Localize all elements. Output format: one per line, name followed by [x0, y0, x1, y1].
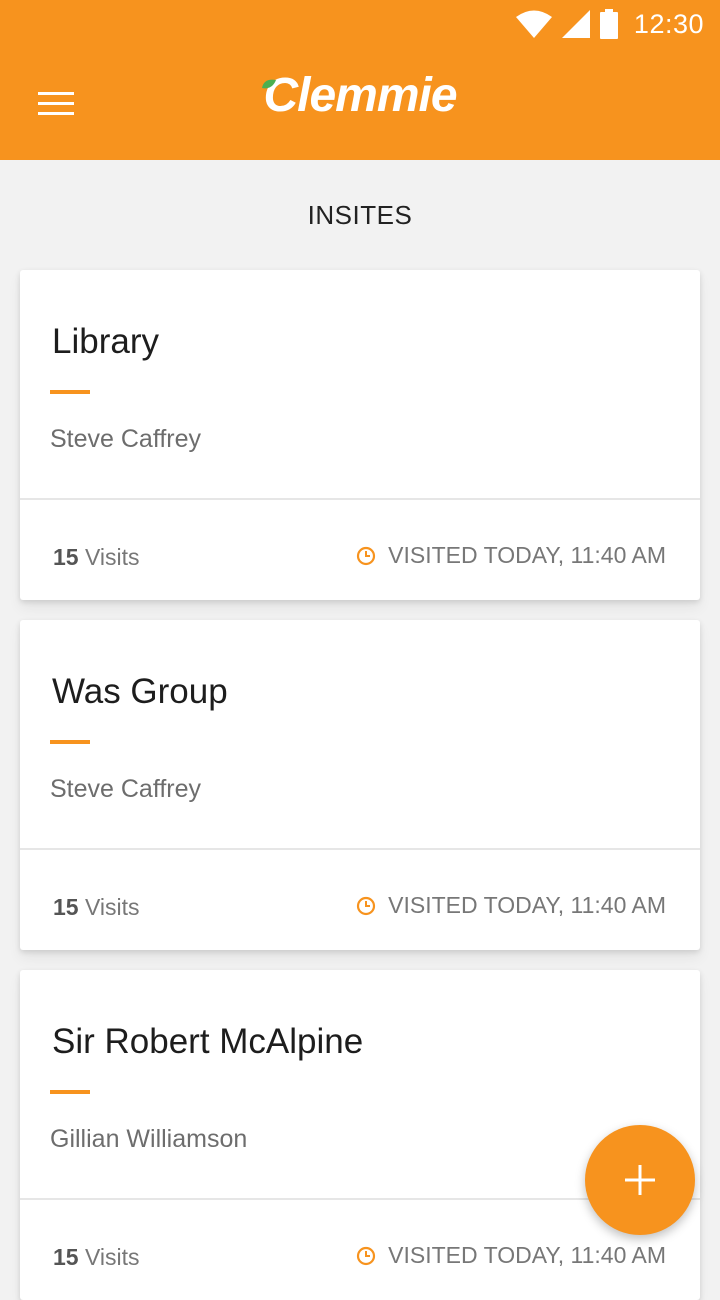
card-visits: 15 Visits — [53, 894, 140, 921]
status-time: 12:30 — [633, 8, 704, 39]
visited-text: VISITED TODAY, 11:40 AM — [388, 542, 666, 568]
card-accent-line — [50, 1090, 90, 1094]
battery-icon — [599, 9, 618, 39]
card-title: Library — [52, 322, 159, 361]
visited-text: VISITED TODAY, 11:40 AM — [388, 892, 666, 918]
insite-card[interactable]: Was Group Steve Caffrey 15 Visits VISITE… — [20, 620, 700, 950]
page-title: INSITES — [307, 200, 413, 230]
card-accent-line — [50, 740, 90, 744]
visits-label: Visits — [84, 544, 140, 570]
card-visited: VISITED TODAY, 11:40 AM — [356, 542, 666, 569]
signal-icon — [561, 10, 590, 38]
card-visited: VISITED TODAY, 11:40 AM — [356, 1242, 666, 1269]
card-person: Steve Caffrey — [50, 775, 202, 803]
card-divider — [20, 848, 700, 850]
visits-label: Visits — [84, 894, 140, 920]
visits-count: 15 — [53, 894, 79, 920]
card-title: Sir Robert McAlpine — [52, 1022, 364, 1061]
card-visited: VISITED TODAY, 11:40 AM — [356, 892, 666, 919]
visited-text: VISITED TODAY, 11:40 AM — [388, 1242, 666, 1268]
wifi-icon — [515, 10, 552, 38]
card-accent-line — [50, 390, 90, 394]
plus-icon — [625, 1165, 655, 1195]
status-icons: 12:30 — [515, 8, 704, 40]
app-bar: 12:30 Clemmie — [0, 0, 720, 160]
app-header: Clemmie — [0, 48, 720, 160]
visits-count: 15 — [53, 1244, 79, 1270]
app-logo: Clemmie — [0, 68, 720, 123]
card-visits: 15 Visits — [53, 1244, 140, 1271]
insite-card[interactable]: Sir Robert McAlpine Gillian Williamson 1… — [20, 970, 700, 1300]
clock-icon — [357, 1246, 376, 1265]
card-person: Steve Caffrey — [50, 425, 202, 453]
clock-icon — [357, 896, 376, 915]
clock-icon — [357, 546, 376, 565]
card-person: Gillian Williamson — [50, 1125, 248, 1153]
logo-text: Clemmie — [263, 69, 457, 122]
visits-label: Visits — [84, 1244, 140, 1270]
insite-card[interactable]: Library Steve Caffrey 15 Visits VISITED … — [20, 270, 700, 600]
add-insite-button[interactable] — [585, 1125, 695, 1235]
status-bar: 12:30 — [0, 0, 720, 48]
visits-count: 15 — [53, 544, 79, 570]
card-visits: 15 Visits — [53, 544, 140, 571]
leaf-icon — [262, 79, 276, 89]
card-title: Was Group — [52, 672, 228, 711]
card-divider — [20, 498, 700, 500]
